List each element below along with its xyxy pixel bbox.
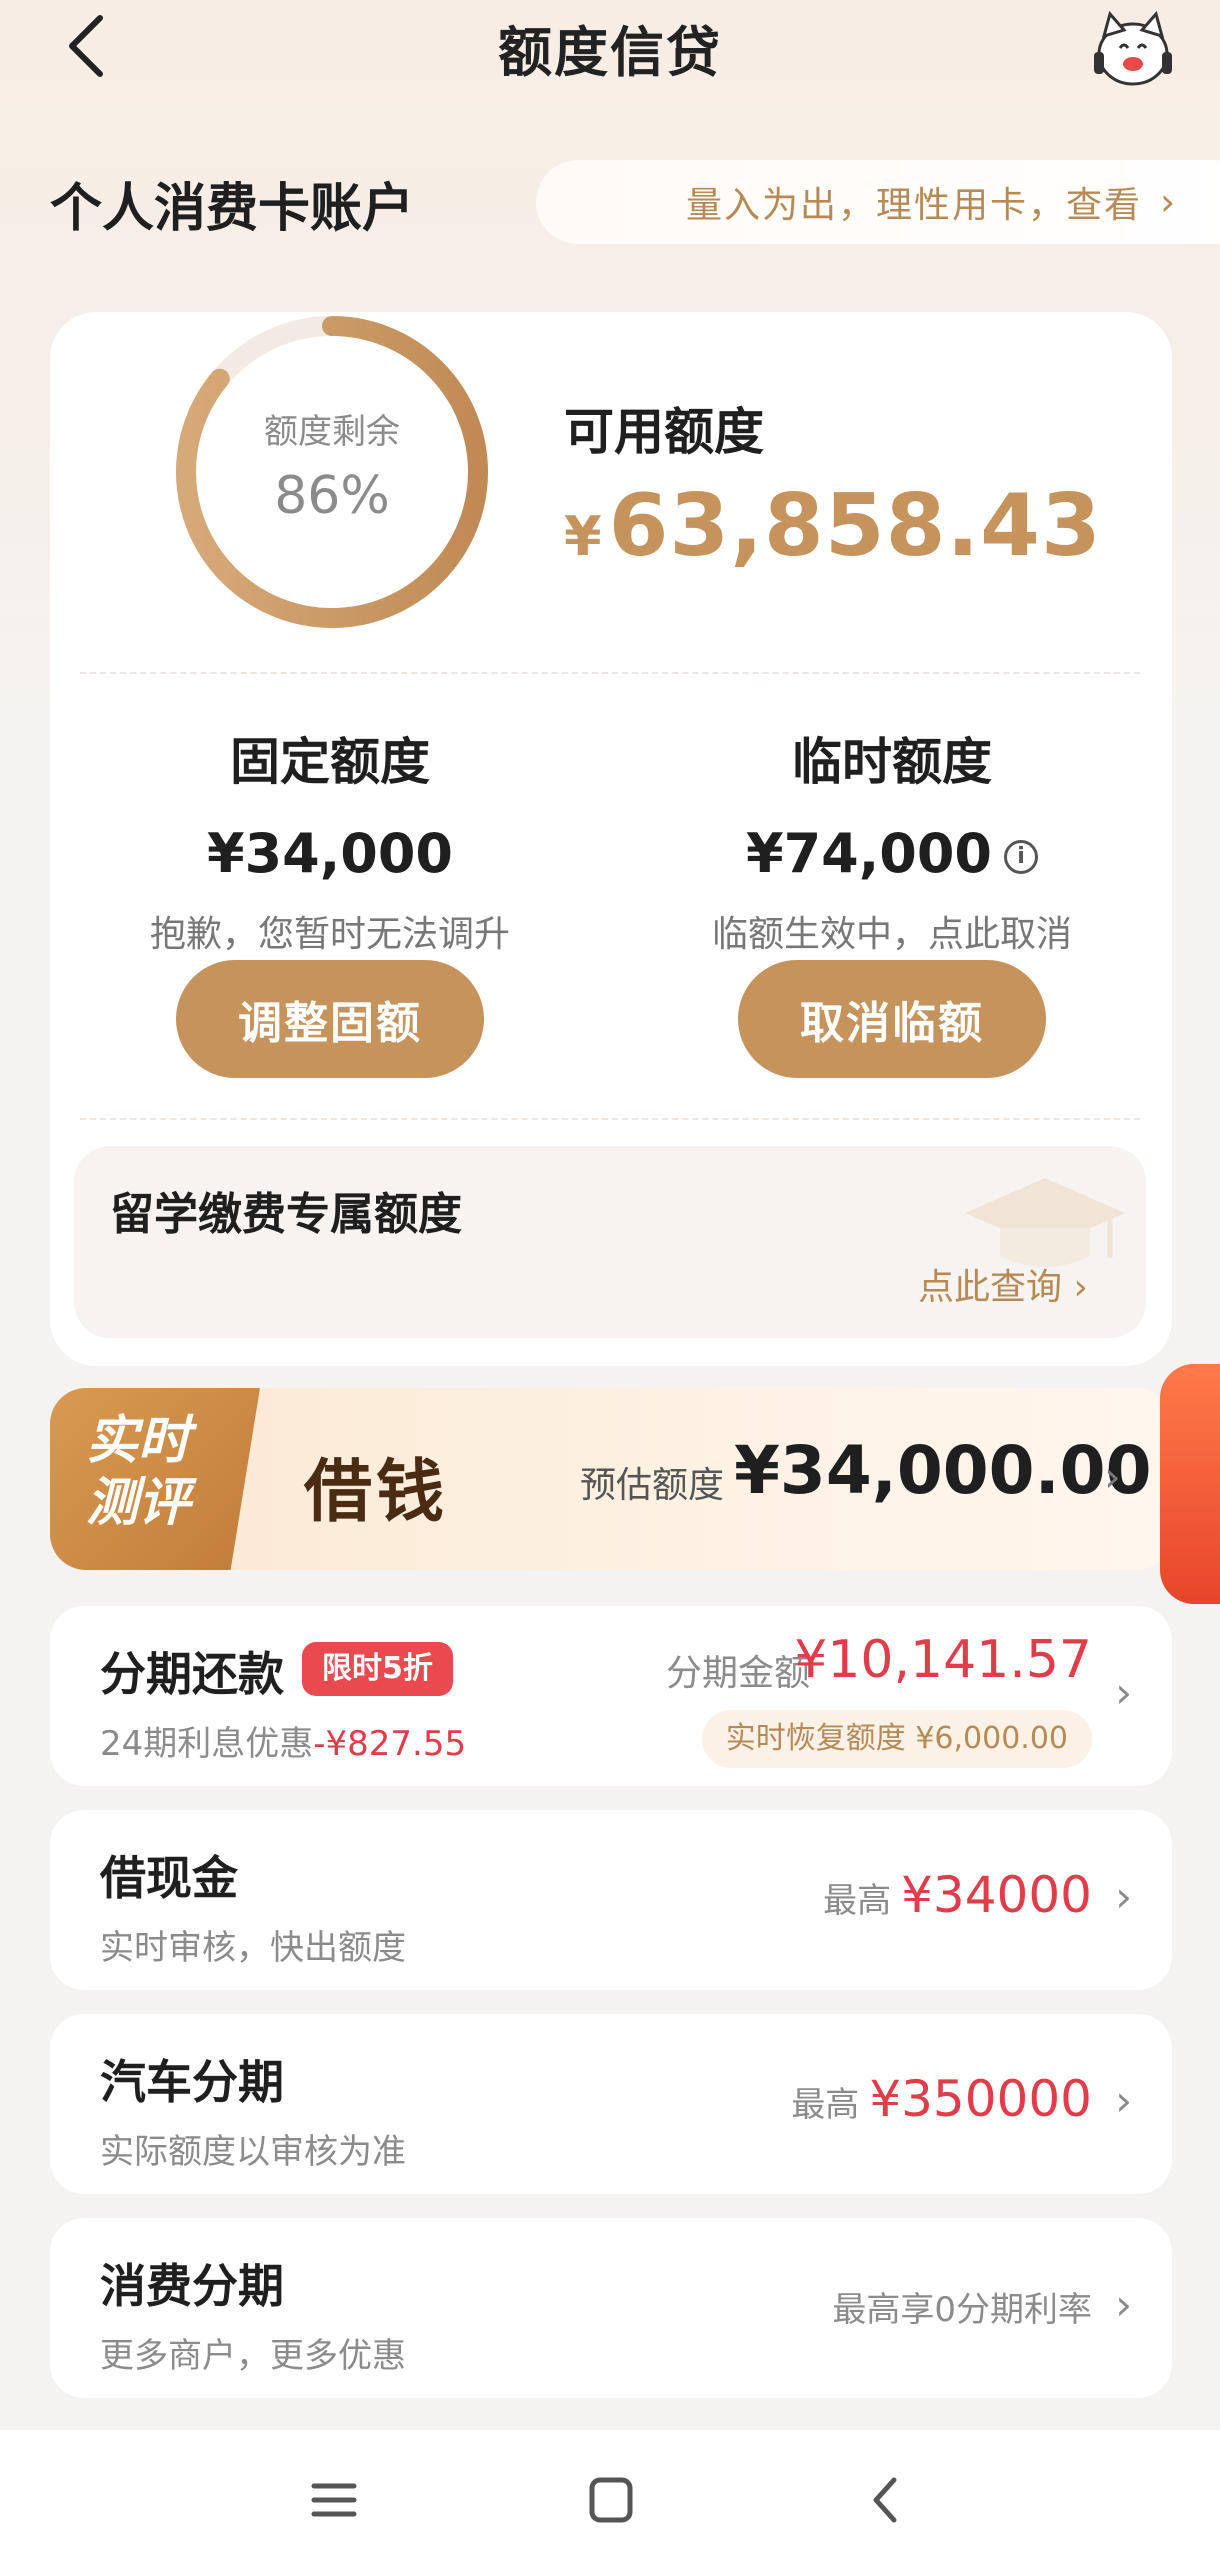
adjust-fixed-button[interactable]: 调整固额 [176, 960, 484, 1078]
chevron-right-icon: › [1115, 2280, 1132, 2329]
available-label: 可用额度 [564, 403, 764, 461]
fixed-quota-amount: ¥34,000 [207, 822, 453, 885]
list-item-cash[interactable]: 借现金 实时审核，快出额度 最高 ¥34000 › [50, 1810, 1172, 1990]
installment-amount-label: 分期金额 [665, 1653, 810, 1694]
borrow-title: 借钱 [304, 1452, 449, 1532]
side-promo-tab[interactable] [1160, 1364, 1220, 1604]
divider [80, 672, 1140, 674]
car-max-value: ¥350000 [869, 2070, 1092, 2128]
discount-label: 24期利息优惠 [100, 1724, 314, 1764]
max-label: 最高 [791, 2085, 860, 2125]
remaining-label: 额度剩余 [264, 412, 400, 452]
realtime-badge-text: 实时测评 [86, 1411, 191, 1533]
temp-quota-section: 临时额度 ¥74,000 i 临额生效中，点此取消 [612, 722, 1172, 957]
temp-quota-title: 临时额度 [792, 733, 992, 791]
fixed-quota-note: 抱歉，您暂时无法调升 [149, 914, 510, 955]
remaining-percent: 86% [274, 466, 390, 526]
chevron-right-icon: › [1104, 1452, 1121, 1501]
temp-quota-note[interactable]: 临额生效中，点此取消 [612, 905, 1172, 957]
installment-title: 分期还款 [100, 1647, 284, 1701]
study-quota-link[interactable]: 点此查询 › [918, 1258, 1088, 1310]
cash-max-value: ¥34000 [901, 1866, 1092, 1924]
info-icon[interactable]: i [1003, 840, 1038, 875]
fixed-quota-section: 固定额度 ¥34,000 抱歉，您暂时无法调升 [50, 722, 610, 957]
installment-amount: ¥10,141.57 [794, 1630, 1092, 1690]
car-title: 汽车分期 [100, 2055, 284, 2109]
chevron-right-icon: › [1115, 1872, 1132, 1921]
chevron-right-icon: › [1115, 2076, 1132, 2125]
page-title: 额度信贷 [498, 21, 722, 84]
temp-quota-amount-row: ¥74,000 i [612, 822, 1172, 885]
divider [80, 1118, 1140, 1120]
chevron-right-icon: › [1160, 180, 1176, 224]
cancel-temp-button[interactable]: 取消临额 [738, 960, 1046, 1078]
available-value: 63,858.43 [608, 476, 1102, 576]
car-subtitle: 实际额度以审核为准 [100, 2132, 406, 2172]
list-item-consumer-installment[interactable]: 消费分期 更多商户，更多优惠 最高享0分期利率 › [50, 2218, 1172, 2398]
recover-quota-pill: 实时恢复额度 ¥6,000.00 [701, 1710, 1092, 1768]
cash-title: 借现金 [100, 1851, 238, 1905]
consume-subtitle: 更多商户，更多优惠 [100, 2336, 406, 2376]
temp-quota-amount: ¥74,000 [746, 822, 992, 885]
discount-value: -¥827.55 [313, 1724, 467, 1764]
estimate-label: 预估额度 [580, 1465, 725, 1506]
consume-rate: 最高享0分期利率 [832, 2290, 1092, 2330]
available-amount: ¥63,858.43 [564, 476, 1102, 576]
home-icon[interactable] [580, 2470, 640, 2530]
study-link-text: 点此查询 [918, 1267, 1063, 1308]
back-nav-icon[interactable] [856, 2470, 916, 2530]
currency-symbol: ¥ [564, 505, 603, 568]
tip-bar[interactable]: 量入为出，理性用卡，查看 › [536, 160, 1220, 244]
consume-title: 消费分期 [100, 2259, 284, 2313]
tip-text: 量入为出，理性用卡，查看 [686, 185, 1143, 226]
list-item-car-installment[interactable]: 汽车分期 实际额度以审核为准 最高 ¥350000 › [50, 2014, 1172, 2194]
fixed-quota-title: 固定额度 [230, 733, 430, 791]
menu-icon[interactable] [304, 2470, 364, 2530]
chevron-right-icon: › [1115, 1668, 1132, 1717]
cash-subtitle: 实时审核，快出额度 [100, 1928, 406, 1968]
account-title: 个人消费卡账户 [50, 179, 415, 239]
car-max: 最高 ¥350000 [791, 2070, 1092, 2128]
list-item-installment[interactable]: 分期还款 限时5折 24期利息优惠-¥827.55 分期金额 ¥10,141.5… [50, 1606, 1172, 1786]
study-quota-title: 留学缴费专属额度 [110, 1189, 462, 1240]
cat-mascot-icon[interactable] [1090, 6, 1176, 92]
installment-discount: 24期利息优惠-¥827.55 [100, 1716, 466, 1765]
max-label: 最高 [823, 1881, 892, 1921]
estimate-amount: ¥34,000.00 [734, 1432, 1152, 1509]
chevron-right-icon: › [1073, 1267, 1088, 1308]
promo-tag: 限时5折 [302, 1642, 453, 1696]
cash-max: 最高 ¥34000 [823, 1866, 1092, 1924]
